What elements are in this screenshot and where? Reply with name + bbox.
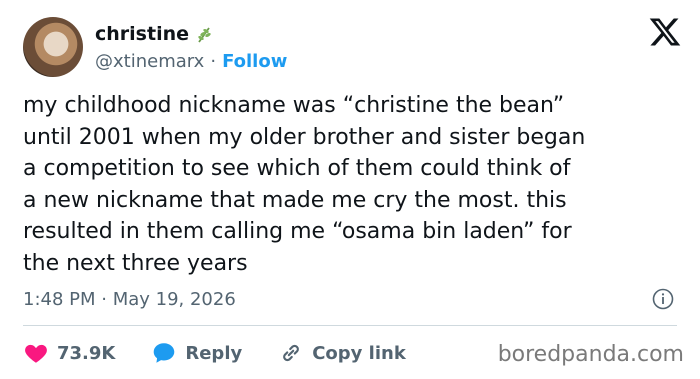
timestamp[interactable]: 1:48 PM · May 19, 2026 xyxy=(23,289,236,310)
follow-button[interactable]: Follow xyxy=(222,51,287,72)
author-handle[interactable]: @xtinemarx xyxy=(95,51,204,72)
tweet-header: christine @xtinemarx · Follow xyxy=(23,15,682,79)
like-count: 73.9K xyxy=(57,342,116,364)
copy-link-label: Copy link xyxy=(312,342,406,364)
author-name[interactable]: christine xyxy=(95,23,189,45)
avatar[interactable] xyxy=(23,17,83,77)
leaf-icon xyxy=(198,27,211,43)
copy-link-button[interactable]: Copy link xyxy=(278,340,406,366)
heart-icon xyxy=(25,344,47,363)
name-row: christine xyxy=(95,23,215,45)
link-icon xyxy=(283,344,300,362)
reply-button[interactable]: Reply xyxy=(151,340,242,366)
separator: · xyxy=(210,51,217,72)
info-icon[interactable] xyxy=(652,288,674,310)
reply-label: Reply xyxy=(185,342,243,364)
handle-row: @xtinemarx · Follow xyxy=(95,51,287,72)
reply-icon xyxy=(154,343,175,363)
tweet-text: my childhood nickname was “christine the… xyxy=(23,93,586,276)
action-bar: 73.9K Reply Copy link xyxy=(23,340,442,366)
x-logo-icon[interactable] xyxy=(648,15,682,49)
like-button[interactable]: 73.9K xyxy=(23,340,115,366)
divider xyxy=(23,325,677,326)
watermark: boredpanda.com xyxy=(497,342,684,367)
